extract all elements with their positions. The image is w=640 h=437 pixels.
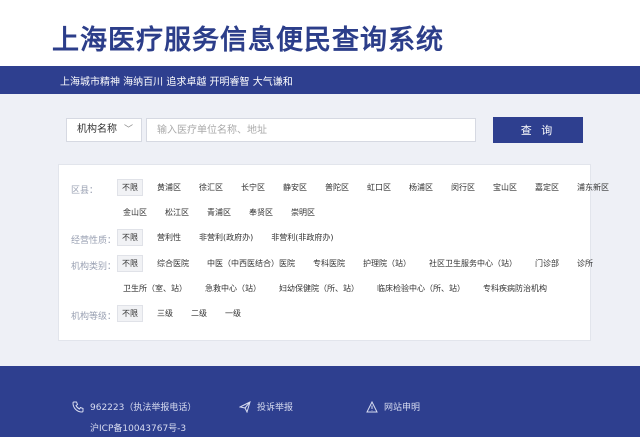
district-option[interactable]: 杨浦区 <box>405 180 437 195</box>
nature-option[interactable]: 营利性 <box>153 230 185 245</box>
district-option[interactable]: 松江区 <box>161 205 193 220</box>
district-option[interactable]: 嘉定区 <box>531 180 563 195</box>
site-header: 上海医疗服务信息便民查询系统 <box>0 0 640 66</box>
district-option[interactable]: 不限 <box>117 179 143 196</box>
district-option[interactable]: 徐汇区 <box>195 180 227 195</box>
district-option[interactable]: 普陀区 <box>321 180 353 195</box>
district-option[interactable]: 浦东新区 <box>573 180 613 195</box>
site-title: 上海医疗服务信息便民查询系统 <box>52 25 444 56</box>
level-option[interactable]: 一级 <box>221 306 245 321</box>
category-options-row2: 卫生所（室、站） 急救中心（站） 妇幼保健院（所、站） 临床检验中心（所、站） … <box>119 281 551 296</box>
search-area: 机构名称 ﹀ 查 询 <box>0 94 640 164</box>
category-option[interactable]: 专科疾病防治机构 <box>479 281 551 296</box>
category-filter-label: 机构类别： <box>71 262 117 272</box>
site-footer: 962223（执法举报电话） 投诉举报 网站申明 沪ICP备10043767号-… <box>0 366 640 437</box>
footer-disclaimer-text: 网站申明 <box>384 403 421 413</box>
footer-complaint-link[interactable]: 投诉举报 <box>238 400 294 413</box>
level-options-row: 不限 三级 二级 一级 <box>117 305 245 322</box>
category-option[interactable]: 临床检验中心（所、站） <box>373 281 469 296</box>
category-option[interactable]: 诊所 <box>573 256 597 271</box>
slogan-text: 上海城市精神 海纳百川 追求卓越 开明睿智 大气谦和 <box>60 77 293 88</box>
district-option[interactable]: 青浦区 <box>203 205 235 220</box>
level-filter-label: 机构等级： <box>71 312 117 322</box>
district-option[interactable]: 长宁区 <box>237 180 269 195</box>
phone-icon <box>72 401 84 413</box>
district-options-row2: 金山区 松江区 青浦区 奉贤区 崇明区 <box>119 205 319 220</box>
district-option[interactable]: 静安区 <box>279 180 311 195</box>
category-option[interactable]: 社区卫生服务中心（站） <box>425 256 521 271</box>
search-button[interactable]: 查 询 <box>493 117 583 143</box>
nature-option[interactable]: 不限 <box>117 229 143 246</box>
district-option[interactable]: 金山区 <box>119 205 151 220</box>
send-icon <box>238 400 251 413</box>
slogan-bar: 上海城市精神 海纳百川 追求卓越 开明睿智 大气谦和 <box>0 66 640 94</box>
category-option[interactable]: 妇幼保健院（所、站） <box>275 281 363 296</box>
footer-icp-number: 沪ICP备10043767号-3 <box>90 424 187 434</box>
search-type-value: 机构名称 <box>77 124 117 135</box>
district-option[interactable]: 虹口区 <box>363 180 395 195</box>
category-option[interactable]: 中医（中西医结合）医院 <box>203 256 299 271</box>
category-option[interactable]: 综合医院 <box>153 256 193 271</box>
search-input[interactable] <box>146 118 476 142</box>
footer-disclaimer-link[interactable]: 网站申明 <box>366 400 420 413</box>
footer-hotline-text: 962223（执法举报电话） <box>90 403 197 413</box>
chevron-down-icon: ﹀ <box>123 125 133 135</box>
category-option[interactable]: 急救中心（站） <box>201 281 265 296</box>
warning-icon <box>366 400 378 413</box>
footer-complaint-text: 投诉举报 <box>257 403 294 413</box>
district-option[interactable]: 崇明区 <box>287 205 319 220</box>
nature-filter-label: 经营性质： <box>71 236 117 246</box>
category-options-row1: 不限 综合医院 中医（中西医结合）医院 专科医院 护理院（站） 社区卫生服务中心… <box>117 255 597 272</box>
district-option[interactable]: 闵行区 <box>447 180 479 195</box>
level-option[interactable]: 不限 <box>117 305 143 322</box>
district-options-row1: 不限 黄浦区 徐汇区 长宁区 静安区 普陀区 虹口区 杨浦区 闵行区 宝山区 嘉… <box>117 179 613 196</box>
filter-panel: 区县： 不限 黄浦区 徐汇区 长宁区 静安区 普陀区 虹口区 杨浦区 闵行区 宝… <box>58 164 609 341</box>
category-option[interactable]: 卫生所（室、站） <box>119 281 191 296</box>
footer-hotline[interactable]: 962223（执法举报电话） <box>72 400 196 413</box>
search-type-select[interactable]: 机构名称 ﹀ <box>66 118 142 142</box>
district-filter-label: 区县： <box>71 186 99 196</box>
level-option[interactable]: 三级 <box>153 306 177 321</box>
category-option[interactable]: 门诊部 <box>531 256 563 271</box>
category-option[interactable]: 专科医院 <box>309 256 349 271</box>
nature-option[interactable]: 非营利(政府办) <box>195 230 257 245</box>
category-option[interactable]: 护理院（站） <box>359 256 415 271</box>
district-option[interactable]: 宝山区 <box>489 180 521 195</box>
nature-option[interactable]: 非营利(非政府办) <box>267 230 337 245</box>
district-option[interactable]: 黄浦区 <box>153 180 185 195</box>
district-option[interactable]: 奉贤区 <box>245 205 277 220</box>
level-option[interactable]: 二级 <box>187 306 211 321</box>
nature-options-row: 不限 营利性 非营利(政府办) 非营利(非政府办) <box>117 229 338 246</box>
category-option[interactable]: 不限 <box>117 255 143 272</box>
